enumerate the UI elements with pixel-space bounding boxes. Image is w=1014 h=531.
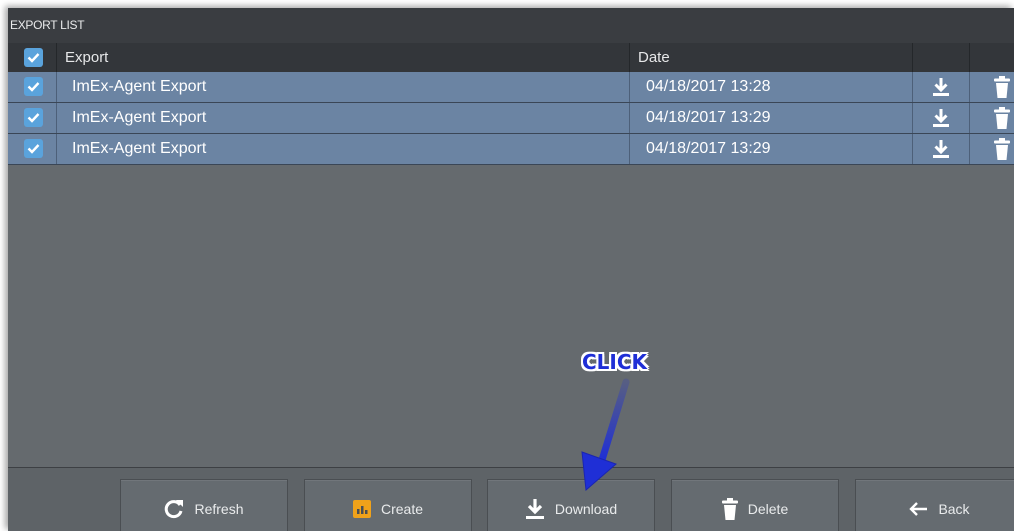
row-download-button[interactable] [912, 134, 969, 164]
table-row[interactable]: ImEx-Agent Export 04/18/2017 13:29 [8, 103, 1014, 134]
column-header-export[interactable]: Export [56, 43, 629, 72]
row-delete-button[interactable] [969, 103, 1014, 133]
row-checkbox[interactable] [24, 139, 43, 158]
window-title: EXPORT LIST [8, 8, 1014, 43]
export-list-window: EXPORT LIST Export Date ImEx-Agent Expor… [8, 8, 1014, 531]
header-checkbox-cell [8, 43, 56, 72]
column-header-date[interactable]: Date [629, 43, 912, 72]
row-delete-button[interactable] [969, 72, 1014, 102]
row-delete-button[interactable] [969, 134, 1014, 164]
create-button[interactable]: Create [304, 479, 472, 531]
export-date: 04/18/2017 13:29 [629, 103, 912, 133]
back-label: Back [938, 501, 970, 517]
checkmark-icon [27, 53, 40, 63]
download-icon [933, 140, 949, 158]
row-checkbox-cell [8, 134, 56, 164]
checkmark-icon [27, 144, 40, 154]
export-table: Export Date ImEx-Agent Export 04/18/2017… [8, 43, 1014, 165]
select-all-checkbox[interactable] [24, 48, 43, 67]
table-header: Export Date [8, 43, 1014, 72]
refresh-icon [165, 500, 184, 519]
create-label: Create [380, 501, 424, 517]
back-button[interactable]: Back [855, 479, 1014, 531]
column-header-download [912, 43, 969, 72]
table-row[interactable]: ImEx-Agent Export 04/18/2017 13:29 [8, 134, 1014, 165]
export-name: ImEx-Agent Export [56, 103, 629, 133]
row-download-button[interactable] [912, 103, 969, 133]
row-download-button[interactable] [912, 72, 969, 102]
export-name: ImEx-Agent Export [56, 72, 629, 102]
footer-toolbar: Refresh Create Download Delete Back [8, 467, 1014, 531]
export-name: ImEx-Agent Export [56, 134, 629, 164]
column-header-delete [969, 43, 1014, 72]
table-row[interactable]: ImEx-Agent Export 04/18/2017 13:28 [8, 72, 1014, 103]
trash-icon [994, 76, 1010, 98]
create-report-icon [352, 500, 371, 518]
click-callout: CLICK [582, 350, 648, 374]
trash-icon [721, 498, 738, 520]
export-date: 04/18/2017 13:28 [629, 72, 912, 102]
download-icon [525, 499, 544, 519]
checkmark-icon [27, 113, 40, 123]
download-label: Download [554, 501, 618, 517]
refresh-label: Refresh [194, 501, 244, 517]
checkmark-icon [27, 82, 40, 92]
trash-icon [994, 107, 1010, 129]
delete-button[interactable]: Delete [671, 479, 839, 531]
download-icon [933, 109, 949, 127]
callout-arrow-icon [581, 378, 630, 492]
trash-icon [994, 138, 1010, 160]
delete-label: Delete [747, 501, 789, 517]
row-checkbox-cell [8, 103, 56, 133]
download-icon [933, 78, 949, 96]
refresh-button[interactable]: Refresh [120, 479, 288, 531]
row-checkbox[interactable] [24, 108, 43, 127]
export-date: 04/18/2017 13:29 [629, 134, 912, 164]
row-checkbox[interactable] [24, 77, 43, 96]
row-checkbox-cell [8, 72, 56, 102]
arrow-left-icon [909, 502, 928, 516]
